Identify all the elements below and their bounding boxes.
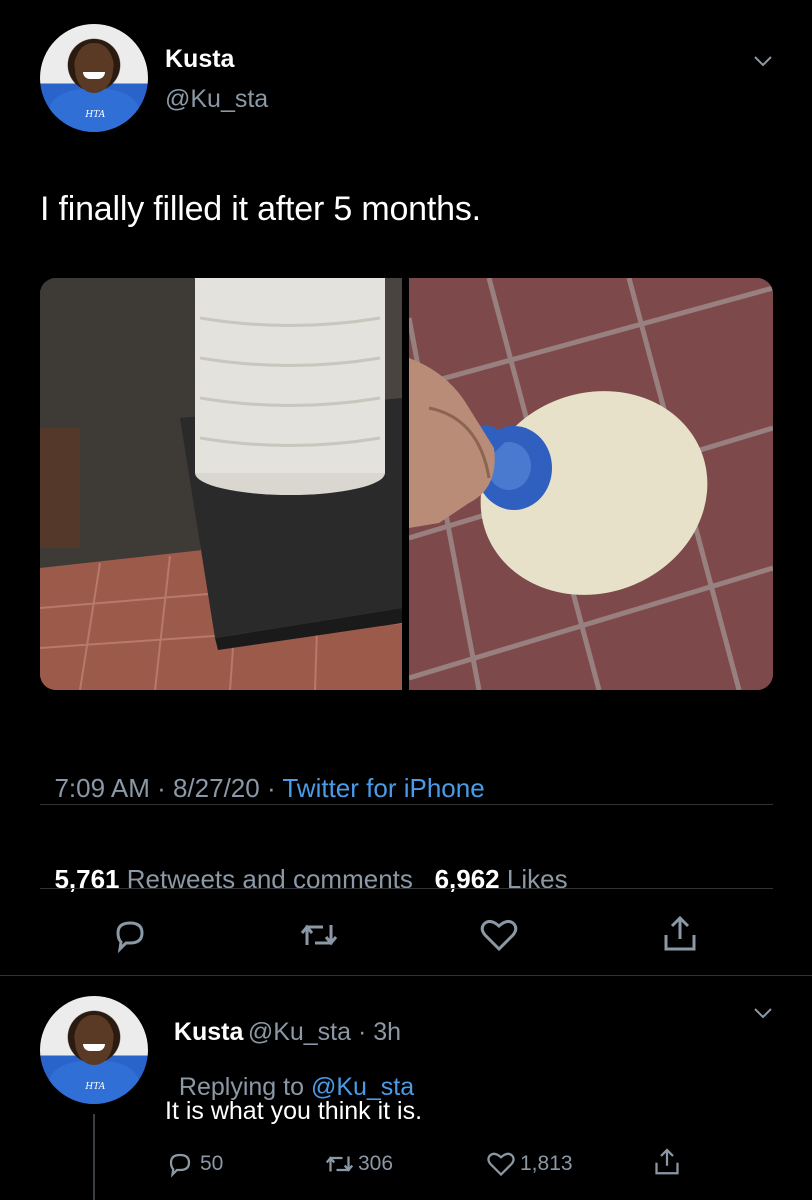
reply-header: Kusta @Ku_sta · 3h: [165, 1000, 401, 1047]
like-count: 1,813: [520, 1152, 573, 1175]
reply-icon[interactable]: [165, 1149, 195, 1179]
avatar-logo: HTA: [85, 110, 106, 121]
avatar-logo: HTA: [85, 1082, 106, 1093]
retweets-label: Retweets and comments: [126, 864, 413, 894]
reply-separator: ·: [351, 1018, 374, 1046]
reply-icon[interactable]: [110, 915, 150, 955]
author-handle[interactable]: @Ku_sta: [165, 85, 268, 114]
avatar-face: [74, 1015, 114, 1066]
reply-text: It is what you think it is.: [165, 1097, 423, 1125]
divider: [40, 804, 773, 805]
avatar-face: [74, 43, 114, 94]
retweets-count: 5,761: [54, 864, 120, 894]
media-image-2[interactable]: [409, 278, 773, 690]
thread-line: [93, 1114, 95, 1200]
media-image-1[interactable]: [40, 278, 402, 690]
heart-icon[interactable]: [485, 1149, 517, 1179]
avatar-smile: [83, 1043, 105, 1052]
reply-time[interactable]: 3h: [373, 1018, 401, 1046]
heart-icon[interactable]: [478, 915, 520, 955]
share-icon[interactable]: [652, 1146, 682, 1178]
retweets-stat[interactable]: 5,761 Retweets and comments: [54, 864, 412, 894]
reply-author-name[interactable]: Kusta: [174, 1018, 243, 1046]
tweet-media: [40, 278, 773, 690]
tweet-stats: 5,761 Retweets and comments 6,962 Likes: [40, 833, 568, 895]
tweet-text: I finally filled it after 5 months.: [40, 190, 481, 228]
avatar[interactable]: HTA: [40, 24, 148, 132]
share-icon[interactable]: [660, 913, 700, 955]
tweet-time: 7:09 AM: [54, 773, 150, 803]
retweet-icon[interactable]: [323, 1149, 356, 1179]
chevron-down-icon[interactable]: [752, 1002, 774, 1024]
meta-separator: ·: [149, 773, 173, 803]
tweet-source[interactable]: Twitter for iPhone: [282, 773, 484, 803]
reply-avatar[interactable]: HTA: [40, 996, 148, 1104]
likes-stat[interactable]: 6,962 Likes: [435, 864, 568, 894]
retweet-icon[interactable]: [297, 915, 341, 955]
meta-separator: ·: [259, 773, 283, 803]
likes-count: 6,962: [434, 864, 500, 894]
chevron-down-icon[interactable]: [752, 50, 774, 72]
divider: [40, 888, 773, 889]
reply-count: 50: [200, 1152, 224, 1175]
divider: [0, 975, 812, 976]
tweet-meta: 7:09 AM · 8/27/20 · Twitter for iPhone: [40, 742, 484, 804]
likes-label: Likes: [506, 864, 568, 894]
reply-author-handle[interactable]: @Ku_sta: [248, 1018, 351, 1046]
author-name[interactable]: Kusta: [165, 45, 234, 74]
retweet-count: 306: [358, 1152, 394, 1175]
avatar-smile: [83, 71, 105, 80]
replying-to: Replying to @Ku_sta: [165, 1044, 414, 1102]
tweet-date: 8/27/20: [172, 773, 260, 803]
